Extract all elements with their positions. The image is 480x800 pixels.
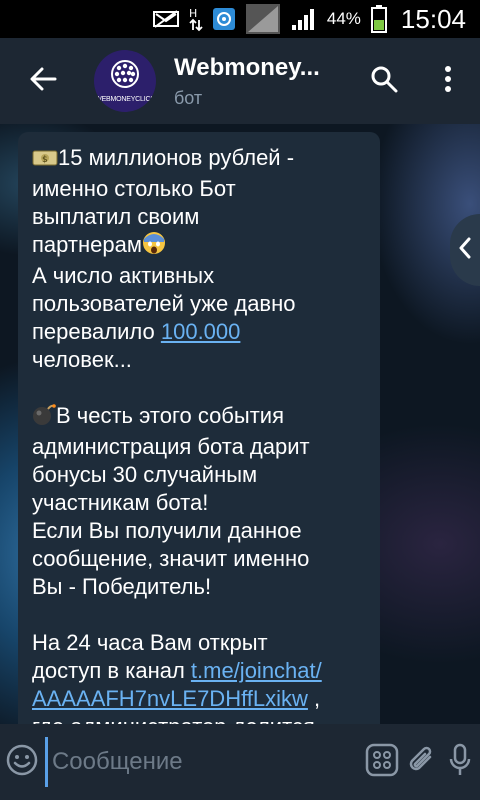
message-input[interactable] <box>44 737 362 787</box>
chat-area[interactable]: $15 миллионов рублей - именно столько Бо… <box>0 124 480 724</box>
message-line: В честь этого события <box>32 402 366 433</box>
message-line: Вы - Победитель! <box>32 574 212 599</box>
emoji-button[interactable] <box>0 724 45 800</box>
message-line: именно столько Бот <box>32 176 236 201</box>
paperclip-icon <box>406 743 436 782</box>
bomb-icon <box>32 402 56 433</box>
smiley-icon <box>6 744 38 781</box>
svg-text:H: H <box>189 7 197 20</box>
back-arrow-icon <box>29 67 57 96</box>
message-bubble[interactable]: $15 миллионов рублей - именно столько Бо… <box>18 132 380 724</box>
message-line: Если Вы получили данное <box>32 518 302 543</box>
number-link[interactable]: 100.000 <box>161 319 241 344</box>
search-button[interactable] <box>352 38 416 124</box>
message-line: доступ в канал t.me/joinchat/ <box>32 658 322 683</box>
message-line: пользователей уже давно <box>32 291 296 316</box>
voice-button[interactable] <box>441 724 480 800</box>
chat-header: WEBMONEYCLICK Webmoney... бот <box>0 38 480 124</box>
battery-icon <box>370 5 387 33</box>
screaming-face-icon <box>142 231 166 262</box>
message-line: $15 миллионов рублей - <box>32 144 366 175</box>
search-icon <box>370 65 398 98</box>
data-arrows-icon: H <box>189 6 203 32</box>
more-options-button[interactable] <box>416 38 480 124</box>
message-line: администрация бота дарит <box>32 434 310 459</box>
message-line: перевалило 100.000 <box>32 319 241 344</box>
chat-title: Webmoney... <box>174 53 320 81</box>
webmoney-logo-icon <box>110 59 140 94</box>
message-line: партнерам <box>32 231 366 262</box>
avatar-logo-text: WEBMONEYCLICK <box>95 96 155 103</box>
joinchat-link[interactable]: t.me/joinchat/ <box>191 658 322 683</box>
message-line: участникам бота! <box>32 490 209 515</box>
bot-commands-button[interactable] <box>362 724 401 800</box>
vpn-icon <box>212 8 235 30</box>
signal-icon <box>291 7 317 31</box>
message-line: где администратор делится <box>32 713 366 724</box>
notification-icon <box>152 9 179 29</box>
money-bill-icon: $ <box>32 147 58 175</box>
message-line: На 24 часа Вам открыт <box>32 630 268 655</box>
message-input-bar <box>0 724 480 800</box>
message-line: сообщение, значит именно <box>32 546 310 571</box>
chat-subtitle: бот <box>174 87 203 108</box>
message-line: человек... <box>32 347 132 372</box>
battery-percent: 44% <box>326 9 361 28</box>
joinchat-link-code[interactable]: AAAAAFH7nvLE7DHffLxikw <box>32 686 308 711</box>
svg-text:$: $ <box>42 155 48 165</box>
attach-button[interactable] <box>401 724 440 800</box>
status-bar: H 44% 15:04 <box>0 0 480 38</box>
chevron-left-icon <box>458 237 472 264</box>
message-line: бонусы 30 случайным <box>32 462 258 487</box>
no-signal-icon <box>245 3 281 35</box>
chat-title-block[interactable]: Webmoney... бот <box>174 54 352 109</box>
bot-keyboard-icon <box>365 743 399 782</box>
message-line: выплатил своим <box>32 204 200 229</box>
back-button[interactable] <box>0 38 86 124</box>
microphone-icon <box>448 743 472 782</box>
avatar[interactable]: WEBMONEYCLICK <box>94 50 156 112</box>
more-vertical-icon <box>444 65 452 97</box>
side-panel-handle[interactable] <box>450 214 480 286</box>
message-line: AAAAAFH7nvLE7DHffLxikw , <box>32 686 321 711</box>
clock: 15:04 <box>400 3 466 34</box>
message-line: А число активных <box>32 263 215 288</box>
